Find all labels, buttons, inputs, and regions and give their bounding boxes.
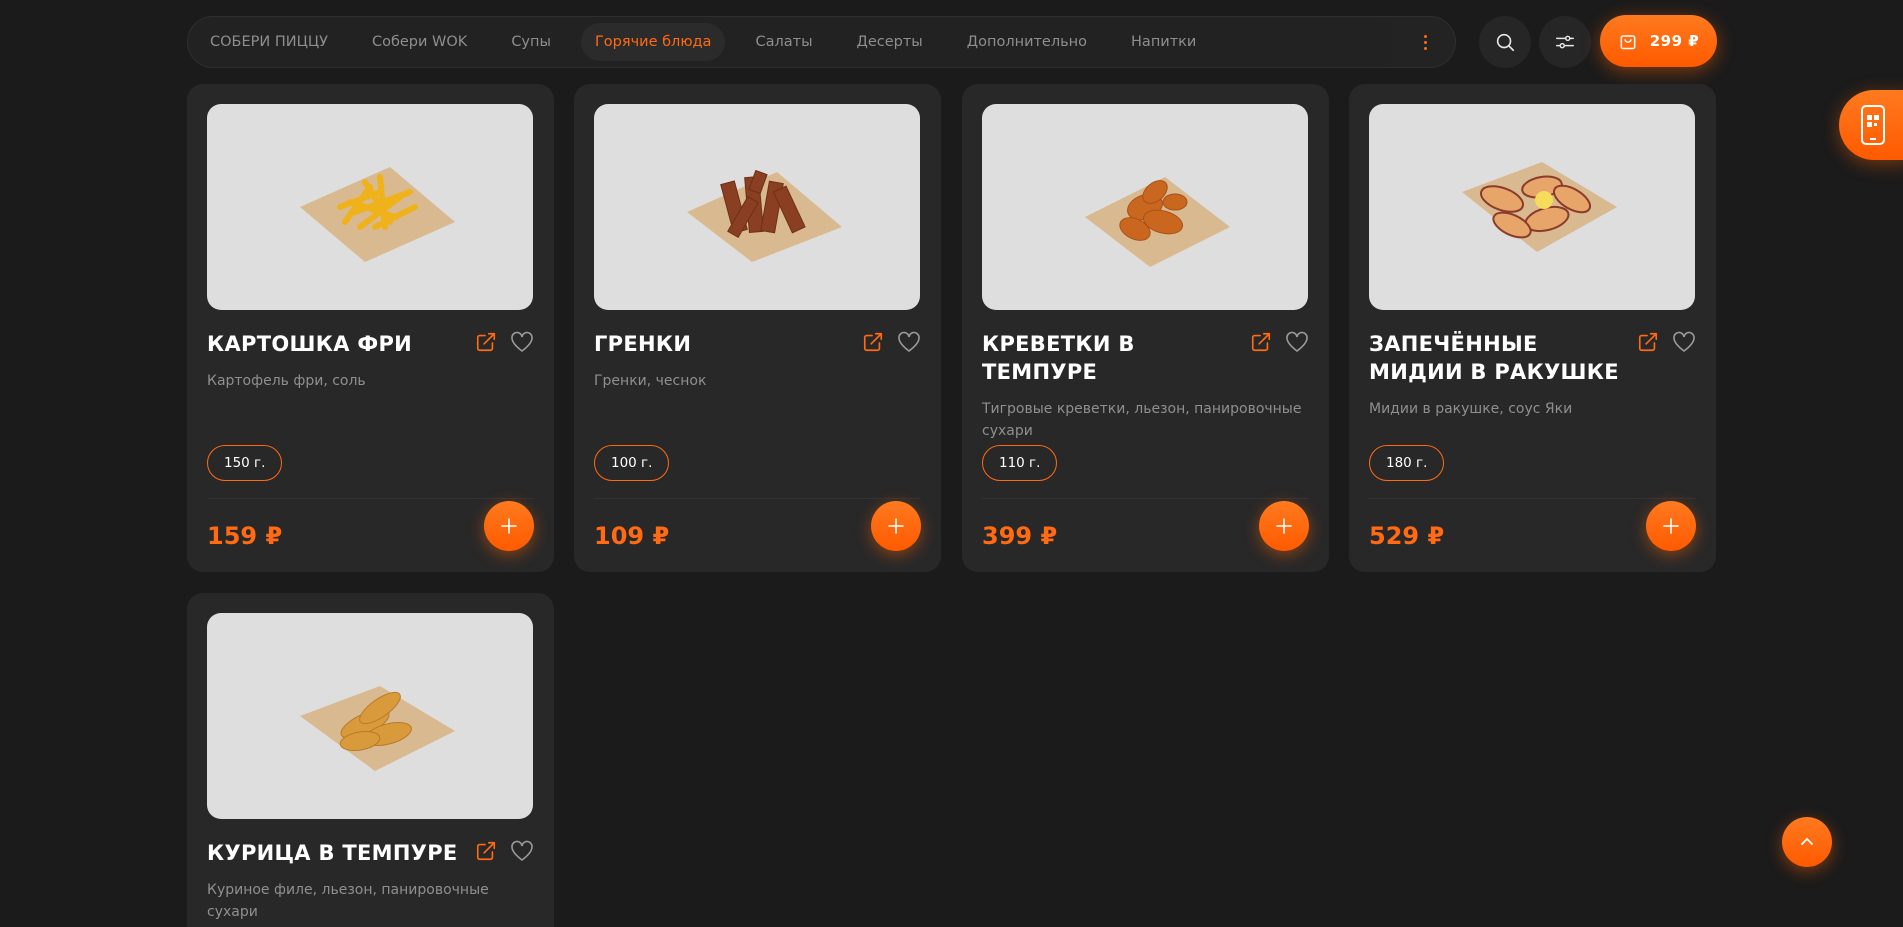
tab-salads[interactable]: Салаты bbox=[741, 23, 826, 61]
product-image[interactable] bbox=[1369, 104, 1695, 310]
tab-extras[interactable]: Дополнительно bbox=[953, 23, 1101, 61]
product-price: 399 ₽ bbox=[982, 522, 1058, 550]
tab-desserts[interactable]: Десерты bbox=[843, 23, 937, 61]
heart-icon[interactable] bbox=[510, 839, 534, 863]
search-button[interactable] bbox=[1479, 16, 1531, 68]
heart-icon[interactable] bbox=[1285, 330, 1309, 354]
share-icon[interactable] bbox=[1636, 330, 1660, 354]
chicken-image bbox=[300, 686, 455, 771]
tab-hot-dishes[interactable]: Горячие блюда bbox=[580, 23, 726, 61]
heart-icon[interactable] bbox=[510, 330, 534, 354]
product-image[interactable] bbox=[982, 104, 1308, 310]
product-description: Гренки, чеснок bbox=[594, 373, 707, 389]
product-title[interactable]: ГРЕНКИ bbox=[594, 330, 859, 358]
share-icon[interactable] bbox=[861, 330, 885, 354]
product-price: 159 ₽ bbox=[207, 522, 283, 550]
product-title[interactable]: ЗАПЕЧЁННЫЕ МИДИИ В РАКУШКЕ bbox=[1369, 330, 1634, 386]
plus-icon bbox=[501, 518, 517, 534]
tab-soups[interactable]: Супы bbox=[497, 23, 565, 61]
croutons-image bbox=[687, 169, 842, 262]
add-to-cart-button[interactable] bbox=[1259, 501, 1309, 551]
tab-drinks[interactable]: Напитки bbox=[1117, 23, 1210, 61]
mussels-image bbox=[1462, 162, 1617, 252]
product-description: Картофель фри, соль bbox=[207, 373, 366, 389]
product-card: ЗАПЕЧЁННЫЕ МИДИИ В РАКУШКЕ Мидии в ракуш… bbox=[1349, 84, 1716, 572]
add-to-cart-button[interactable] bbox=[484, 501, 534, 551]
share-icon[interactable] bbox=[474, 839, 498, 863]
product-card: КУРИЦА В ТЕМПУРЕ Куриное филе, льезон, п… bbox=[187, 593, 554, 927]
cart-total: 299 ₽ bbox=[1649, 32, 1700, 50]
product-description: Куриное филе, льезон, панировочные сухар… bbox=[207, 882, 489, 920]
filter-button[interactable] bbox=[1539, 16, 1591, 68]
product-image[interactable] bbox=[207, 613, 533, 819]
weight-badge: 150 г. bbox=[207, 445, 283, 481]
category-nav: СОБЕРИ ПИЦЦУ Собери WOK Супы Горячие блю… bbox=[187, 16, 1456, 68]
shopping-bag-icon bbox=[1620, 35, 1636, 50]
product-price: 109 ₽ bbox=[594, 522, 670, 550]
product-image[interactable] bbox=[594, 104, 920, 310]
product-card: ГРЕНКИ Гренки, чеснок 100 г. 109 ₽ bbox=[574, 84, 941, 572]
heart-icon[interactable] bbox=[1672, 330, 1696, 354]
product-title[interactable]: КАРТОШКА ФРИ bbox=[207, 330, 472, 358]
tab-pizza[interactable]: СОБЕРИ ПИЦЦУ bbox=[196, 23, 342, 61]
divider bbox=[1369, 498, 1696, 499]
divider bbox=[982, 498, 1309, 499]
plus-icon bbox=[1276, 518, 1292, 534]
product-card: КРЕВЕТКИ В ТЕМПУРЕ Тигровые креветки, ль… bbox=[962, 84, 1329, 572]
product-description: Мидии в ракушке, соус Яки bbox=[1369, 401, 1573, 417]
sliders-icon bbox=[1556, 35, 1574, 49]
weight-badge: 110 г. bbox=[982, 445, 1058, 481]
fries-image bbox=[300, 167, 455, 262]
add-to-cart-button[interactable] bbox=[1646, 501, 1696, 551]
menu-page: СОБЕРИ ПИЦЦУ Собери WOK Супы Горячие блю… bbox=[0, 0, 1903, 927]
shrimp-image bbox=[1085, 177, 1230, 267]
divider bbox=[207, 498, 534, 499]
tab-wok[interactable]: Собери WOK bbox=[358, 23, 481, 61]
product-image[interactable] bbox=[207, 104, 533, 310]
mobile-app-qr-icon bbox=[1861, 105, 1885, 145]
divider bbox=[594, 498, 921, 499]
product-title[interactable]: КУРИЦА В ТЕМПУРЕ bbox=[207, 839, 472, 867]
scroll-to-top-button[interactable] bbox=[1782, 817, 1832, 867]
weight-badge: 100 г. bbox=[594, 445, 670, 481]
product-title[interactable]: КРЕВЕТКИ В ТЕМПУРЕ bbox=[982, 330, 1247, 386]
product-card: КАРТОШКА ФРИ Картофель фри, соль 150 г. … bbox=[187, 84, 554, 572]
share-icon[interactable] bbox=[474, 330, 498, 354]
add-to-cart-button[interactable] bbox=[871, 501, 921, 551]
plus-icon bbox=[1663, 518, 1679, 534]
product-price: 529 ₽ bbox=[1369, 522, 1445, 550]
vertical-dots-icon[interactable] bbox=[1413, 30, 1437, 54]
cart-button[interactable]: 299 ₽ bbox=[1600, 15, 1717, 67]
weight-badge: 180 г. bbox=[1369, 445, 1445, 481]
chevron-up-icon bbox=[1801, 838, 1813, 845]
mobile-app-tab[interactable] bbox=[1839, 90, 1903, 160]
share-icon[interactable] bbox=[1249, 330, 1273, 354]
search-icon bbox=[1496, 33, 1515, 52]
plus-icon bbox=[888, 518, 904, 534]
product-description: Тигровые креветки, льезон, панировочные … bbox=[982, 401, 1302, 439]
heart-icon[interactable] bbox=[897, 330, 921, 354]
